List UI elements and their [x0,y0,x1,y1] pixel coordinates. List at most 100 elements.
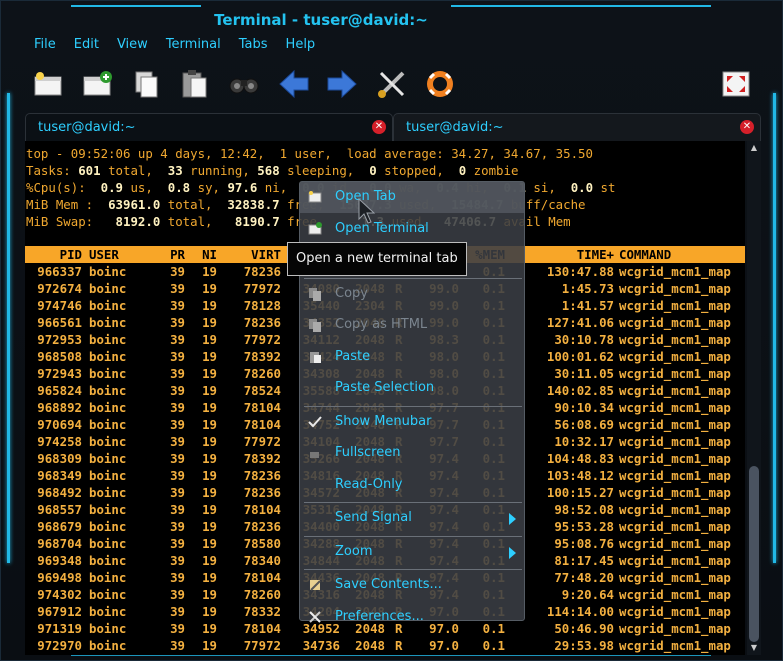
fullscreen-button[interactable] [719,67,753,101]
table-cell: 968309 [37,451,82,466]
menu-help[interactable]: Help [277,35,325,57]
menu-item-read-only[interactable]: Read-Only [300,470,524,501]
table-cell: wcgrid_mcm1_map [619,536,731,551]
scroll-up-icon[interactable]: ▲ [749,143,759,153]
table-cell: 19 [202,366,217,381]
table-cell: 19 [202,536,217,551]
tab-2[interactable]: tuser@david:~ ✕ [393,113,761,141]
new-window-icon [308,221,322,234]
table-cell: boinc [89,536,127,551]
menu-item-label: Fullscreen [335,445,401,460]
table-cell: wcgrid_mcm1_map [619,604,731,619]
close-tab-icon[interactable]: ✕ [740,120,754,134]
menu-item-open-terminal[interactable]: Open Terminal [300,214,524,245]
table-cell: 39 [170,502,185,517]
table-cell: 78260 [243,366,281,381]
copy-button[interactable] [129,67,163,101]
menu-edit[interactable]: Edit [65,35,108,57]
menu-item-send-signal[interactable]: Send Signal [300,503,524,534]
table-cell: 39 [170,400,185,415]
menu-item-save-contents[interactable]: Save Contents... [300,570,524,601]
table-cell: 39 [170,553,185,568]
menu-tabs[interactable]: Tabs [230,35,277,57]
menu-item-label: Send Signal [335,510,412,525]
new-window-icon [83,71,112,96]
table-cell: 34736 [302,638,340,653]
table-cell: 78340 [243,553,281,568]
menu-item-preferences[interactable]: Preferences... [300,602,524,633]
copy-icon [309,287,321,301]
menu-bar: File Edit View Terminal Tabs Help [25,35,324,57]
table-cell: 78392 [243,349,281,364]
table-cell: 19 [202,570,217,585]
previous-tab-button[interactable] [277,67,311,101]
table-cell: 0.1 [482,638,505,653]
table-cell: 19 [202,621,217,636]
table-cell: 39 [170,298,185,313]
table-cell: 39 [170,383,185,398]
table-cell: 969498 [37,570,82,585]
paste-icon [310,351,321,363]
menu-item-zoom[interactable]: Zoom [300,537,524,568]
preferences-button[interactable] [375,67,409,101]
new-window-button[interactable] [81,67,115,101]
table-cell: wcgrid_mcm1_map [619,383,731,398]
table-cell: 39 [170,604,185,619]
menu-item-show-menubar[interactable]: Show Menubar [300,407,524,438]
table-cell: 972970 [37,638,82,653]
table-cell: 39 [170,587,185,602]
frame-decoration-left [7,93,10,563]
copy-icon [135,71,158,98]
menu-item-paste[interactable]: Paste [300,342,524,373]
table-cell: 968679 [37,519,82,534]
menu-item-label: Paste Selection [335,380,435,395]
table-cell: 50:46.90 [554,621,614,636]
paste-button[interactable] [177,67,211,101]
table-cell: 39 [170,468,185,483]
menu-item-paste-selection[interactable]: Paste Selection [300,373,524,404]
menu-item-copy-as-html[interactable]: Copy as HTML [300,310,524,341]
help-icon [427,71,453,97]
table-cell: wcgrid_mcm1_map [619,366,731,381]
table-cell: 78236 [243,264,281,279]
table-cell: boinc [89,638,127,653]
table-cell: boinc [89,400,127,415]
fullscreen-icon [722,71,750,97]
table-cell: wcgrid_mcm1_map [619,417,731,432]
next-tab-button[interactable] [325,67,359,101]
terminal-scrollbar[interactable]: ▲ ▼ [747,141,761,655]
table-cell: 974258 [37,434,82,449]
menu-item-copy[interactable]: Copy [300,279,524,310]
summary-line: top - 09:52:06 up 4 days, 12:42, 1 user,… [26,146,593,161]
menu-terminal[interactable]: Terminal [157,35,230,57]
title-bar[interactable]: Terminal - tuser@david:~ [1,1,783,35]
frame-decoration-right [773,93,776,563]
table-cell: 39 [170,621,185,636]
table-cell: 39 [170,332,185,347]
fullscreen-icon [310,452,319,458]
close-tab-icon[interactable]: ✕ [372,120,386,134]
table-cell: boinc [89,604,127,619]
table-cell: 968508 [37,349,82,364]
table-cell: 78580 [243,536,281,551]
table-cell: PR [170,247,185,262]
menu-item-fullscreen[interactable]: Fullscreen [300,438,524,469]
window-title: Terminal - tuser@david:~ [214,11,428,29]
help-button[interactable] [423,67,457,101]
menu-view[interactable]: View [108,35,157,57]
table-cell: 19 [202,553,217,568]
menu-item-open-tab[interactable]: Open Tab [300,182,524,213]
menu-file[interactable]: File [25,35,65,57]
table-cell: USER [89,247,119,262]
scroll-down-icon[interactable]: ▼ [749,643,759,653]
new-tab-button[interactable] [31,67,65,101]
table-cell: wcgrid_mcm1_map [619,587,731,602]
table-cell: 97.0 [429,638,459,653]
find-button[interactable] [227,67,261,101]
tab-label: tuser@david:~ [406,120,504,135]
table-cell: wcgrid_mcm1_map [619,553,731,568]
table-cell: wcgrid_mcm1_map [619,315,731,330]
scrollbar-thumb[interactable] [749,466,759,642]
menu-item-label: Save Contents... [335,577,442,592]
tab-1[interactable]: tuser@david:~ ✕ [25,113,393,141]
